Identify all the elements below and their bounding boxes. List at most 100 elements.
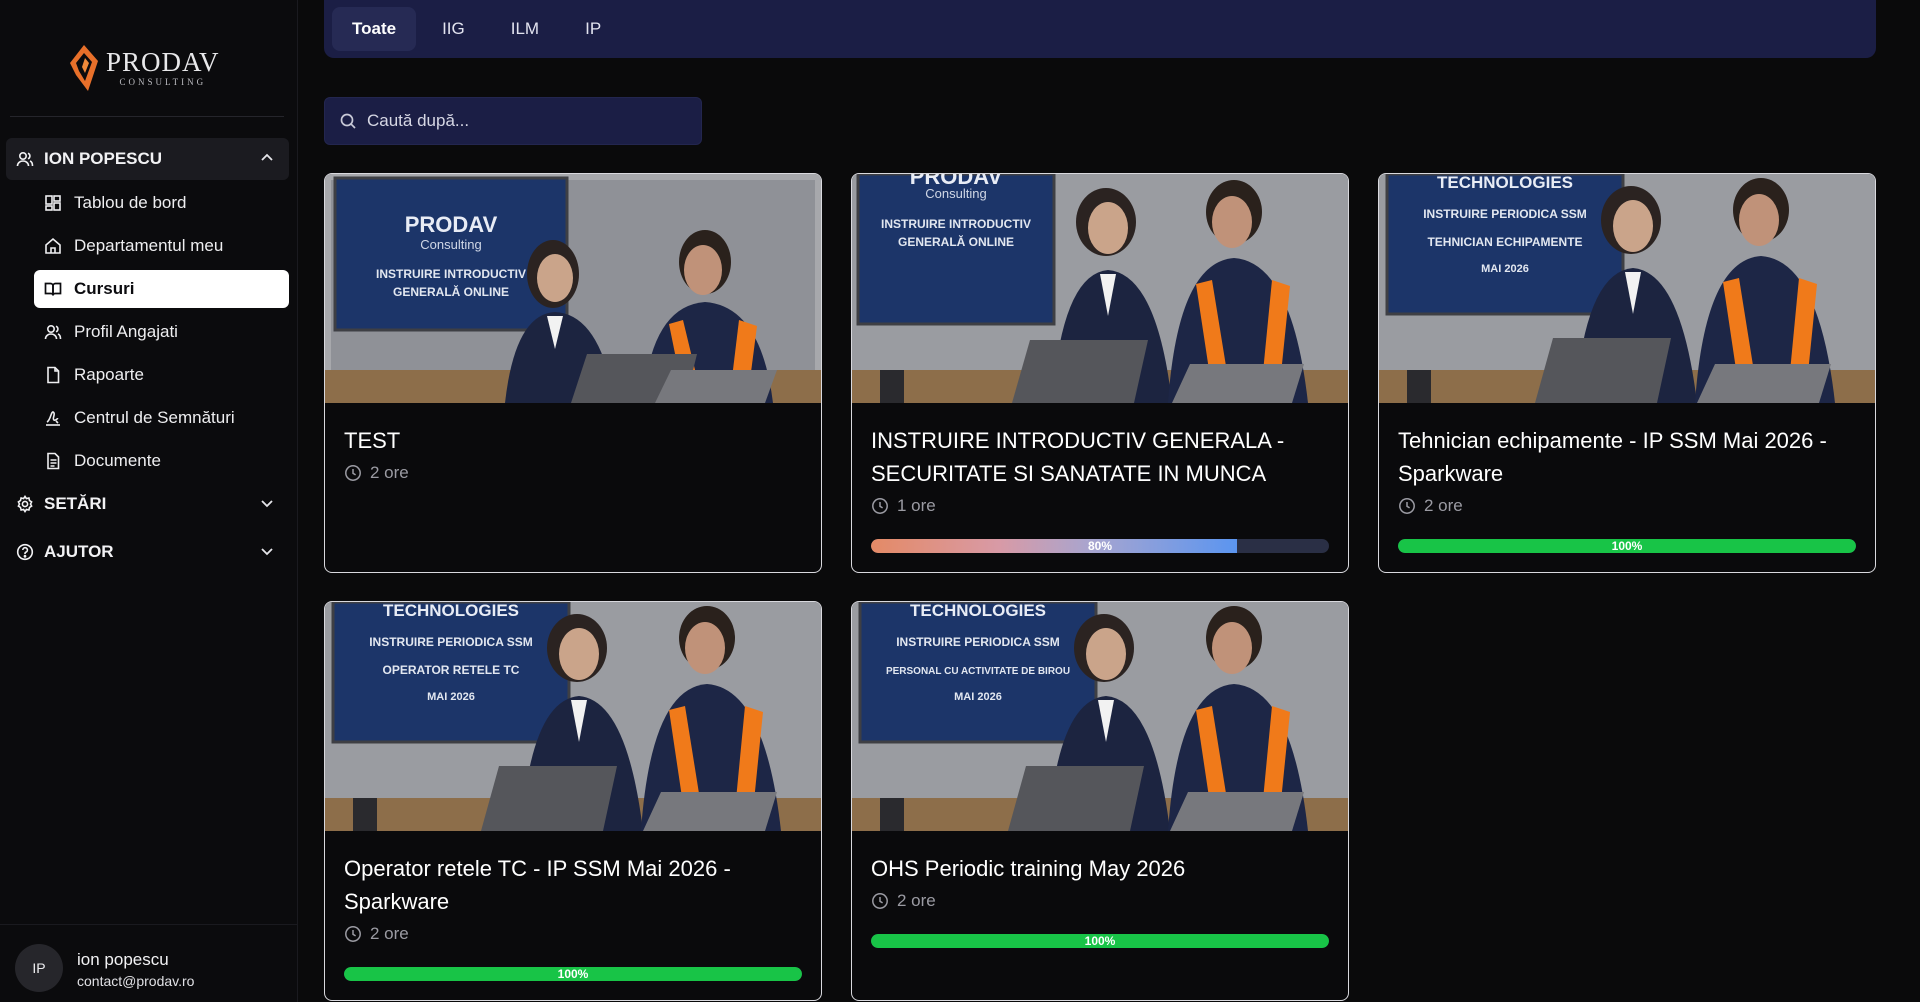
course-filter-tabs: Toate IIG ILM IP <box>324 0 1876 58</box>
svg-text:TEHNICIAN ECHIPAMENTE: TEHNICIAN ECHIPAMENTE <box>1427 235 1582 249</box>
progress-label: 100% <box>1611 539 1643 553</box>
course-duration-text: 2 ore <box>370 463 409 482</box>
thumb-brand: PRODAV <box>405 212 498 237</box>
svg-text:TECHNOLOGIES: TECHNOLOGIES <box>383 602 519 620</box>
course-card[interactable]: PRODAV Consulting INSTRUIRE INTRODUCTIV … <box>324 173 822 573</box>
course-thumbnail: TECHNOLOGIES INSTRUIRE PERIODICA SSM TEH… <box>1379 174 1875 403</box>
file-icon <box>44 366 62 384</box>
search-input[interactable] <box>367 111 687 131</box>
sidebar-footer-divider <box>0 924 298 925</box>
course-card[interactable]: TECHNOLOGIES INSTRUIRE PERIODICA SSM PER… <box>851 601 1349 1001</box>
svg-text:TECHNOLOGIES: TECHNOLOGIES <box>1437 174 1573 192</box>
svg-text:OPERATOR RETELE TC: OPERATOR RETELE TC <box>383 663 520 677</box>
course-duration-text: 2 ore <box>1424 496 1463 515</box>
nav-group-user-label: ION POPESCU <box>44 149 163 168</box>
course-title: TEST <box>344 428 401 453</box>
svg-text:TECHNOLOGIES: TECHNOLOGIES <box>910 602 1046 620</box>
tab-iig[interactable]: IIG <box>422 7 485 51</box>
svg-text:PERSONAL CU ACTIVITATE DE BIRO: PERSONAL CU ACTIVITATE DE BIROU <box>886 666 1070 677</box>
prodav-logo-icon <box>70 45 98 91</box>
svg-text:GENERALĂ ONLINE: GENERALĂ ONLINE <box>393 284 509 299</box>
svg-text:MAI 2026: MAI 2026 <box>954 691 1002 703</box>
svg-text:Consulting: Consulting <box>420 237 481 252</box>
sidebar-item-profil-angajati[interactable]: Profil Angajati <box>34 313 289 351</box>
sidebar-item-label: Centrul de Semnături <box>74 408 235 427</box>
svg-text:Consulting: Consulting <box>925 186 986 201</box>
course-title: OHS Periodic training May 2026 <box>871 856 1186 881</box>
search-box <box>324 97 702 145</box>
sidebar-item-label: Cursuri <box>74 279 135 298</box>
sidebar: PRODAV CONSULTING ION POPESCU Tablou de … <box>0 0 298 1002</box>
course-title: Operator retele TC - IP SSM Mai 2026 - S… <box>344 856 731 914</box>
course-duration-text: 2 ore <box>370 924 409 943</box>
brand-sub: CONSULTING <box>119 77 207 87</box>
nav-group-setari-label: SETĂRI <box>44 494 107 513</box>
course-thumbnail: PRODAV Consulting INSTRUIRE INTRODUCTIV … <box>325 174 821 403</box>
course-duration: 2 ore <box>871 891 936 911</box>
svg-text:INSTRUIRE PERIODICA SSM: INSTRUIRE PERIODICA SSM <box>1423 207 1587 221</box>
course-duration: 2 ore <box>344 463 409 483</box>
sidebar-item-cursuri[interactable]: Cursuri <box>34 270 289 308</box>
svg-text:INSTRUIRE INTRODUCTIV: INSTRUIRE INTRODUCTIV <box>376 267 526 281</box>
clock-icon <box>1398 497 1416 515</box>
tab-toate[interactable]: Toate <box>332 7 417 51</box>
course-thumbnail: TECHNOLOGIES INSTRUIRE PERIODICA SSM PER… <box>852 602 1348 831</box>
course-progress-bar: 100% <box>871 934 1329 948</box>
clock-icon <box>871 497 889 515</box>
svg-text:MAI 2026: MAI 2026 <box>1481 263 1529 275</box>
search-icon <box>339 112 357 130</box>
course-duration: 1 ore <box>871 496 936 516</box>
course-duration: 2 ore <box>1398 496 1463 516</box>
chevron-down-icon <box>259 543 275 559</box>
svg-text:INSTRUIRE INTRODUCTIV: INSTRUIRE INTRODUCTIV <box>881 217 1031 231</box>
course-title: INSTRUIRE INTRODUCTIV GENERALA - SECURIT… <box>871 428 1285 486</box>
svg-text:GENERALĂ ONLINE: GENERALĂ ONLINE <box>898 234 1014 249</box>
sidebar-item-documente[interactable]: Documente <box>34 442 289 480</box>
signature-icon <box>44 409 62 427</box>
course-card[interactable]: PRODAV Consulting INSTRUIRE INTRODUCTIV … <box>851 173 1349 573</box>
sidebar-item-label: Profil Angajati <box>74 322 178 341</box>
course-thumbnail: PRODAV Consulting INSTRUIRE INTRODUCTIV … <box>852 174 1348 403</box>
user-name: ion popescu <box>77 950 169 969</box>
course-duration: 2 ore <box>344 924 409 944</box>
help-icon <box>16 543 34 561</box>
user-icon <box>16 150 34 168</box>
sidebar-item-label: Rapoarte <box>74 365 144 384</box>
chevron-up-icon <box>259 150 275 166</box>
sidebar-item-tablou-de-bord[interactable]: Tablou de bord <box>34 184 289 222</box>
svg-text:INSTRUIRE PERIODICA SSM: INSTRUIRE PERIODICA SSM <box>369 635 533 649</box>
sidebar-item-label: Departamentul meu <box>74 236 224 255</box>
tab-ip[interactable]: IP <box>565 7 621 51</box>
nav-group-user[interactable]: ION POPESCU <box>6 138 289 180</box>
course-thumbnail: TECHNOLOGIES INSTRUIRE PERIODICA SSM OPE… <box>325 602 821 831</box>
course-duration-text: 1 ore <box>897 496 936 515</box>
course-card[interactable]: TECHNOLOGIES INSTRUIRE PERIODICA SSM TEH… <box>1378 173 1876 573</box>
progress-label: 80% <box>1087 539 1113 553</box>
brand-logo[interactable]: PRODAV CONSULTING <box>68 44 228 92</box>
users-icon <box>44 323 62 341</box>
nav-group-ajutor[interactable]: AJUTOR <box>6 531 289 573</box>
course-progress-bar: 100% <box>344 967 802 981</box>
user-email: contact@prodav.ro <box>77 973 195 989</box>
clock-icon <box>344 925 362 943</box>
course-card[interactable]: TECHNOLOGIES INSTRUIRE PERIODICA SSM OPE… <box>324 601 822 1001</box>
course-progress-bar: 100% <box>1398 539 1856 553</box>
avatar[interactable]: IP <box>15 944 63 992</box>
sidebar-divider <box>10 116 284 117</box>
clock-icon <box>871 892 889 910</box>
dashboard-icon <box>44 194 62 212</box>
tab-ilm[interactable]: ILM <box>491 7 559 51</box>
chevron-down-icon <box>259 495 275 511</box>
nav-group-ajutor-label: AJUTOR <box>44 542 114 561</box>
book-icon <box>44 280 62 298</box>
sidebar-item-rapoarte[interactable]: Rapoarte <box>34 356 289 394</box>
clock-icon <box>344 464 362 482</box>
nav-group-setari[interactable]: SETĂRI <box>6 483 289 525</box>
home-icon <box>44 237 62 255</box>
sidebar-item-label: Documente <box>74 451 161 470</box>
sidebar-item-centrul-de-semnaturi[interactable]: Centrul de Semnături <box>34 399 289 437</box>
sidebar-item-departamentul-meu[interactable]: Departamentul meu <box>34 227 289 265</box>
progress-label: 100% <box>557 967 589 981</box>
svg-text:MAI 2026: MAI 2026 <box>427 691 475 703</box>
progress-label: 100% <box>1084 934 1116 948</box>
